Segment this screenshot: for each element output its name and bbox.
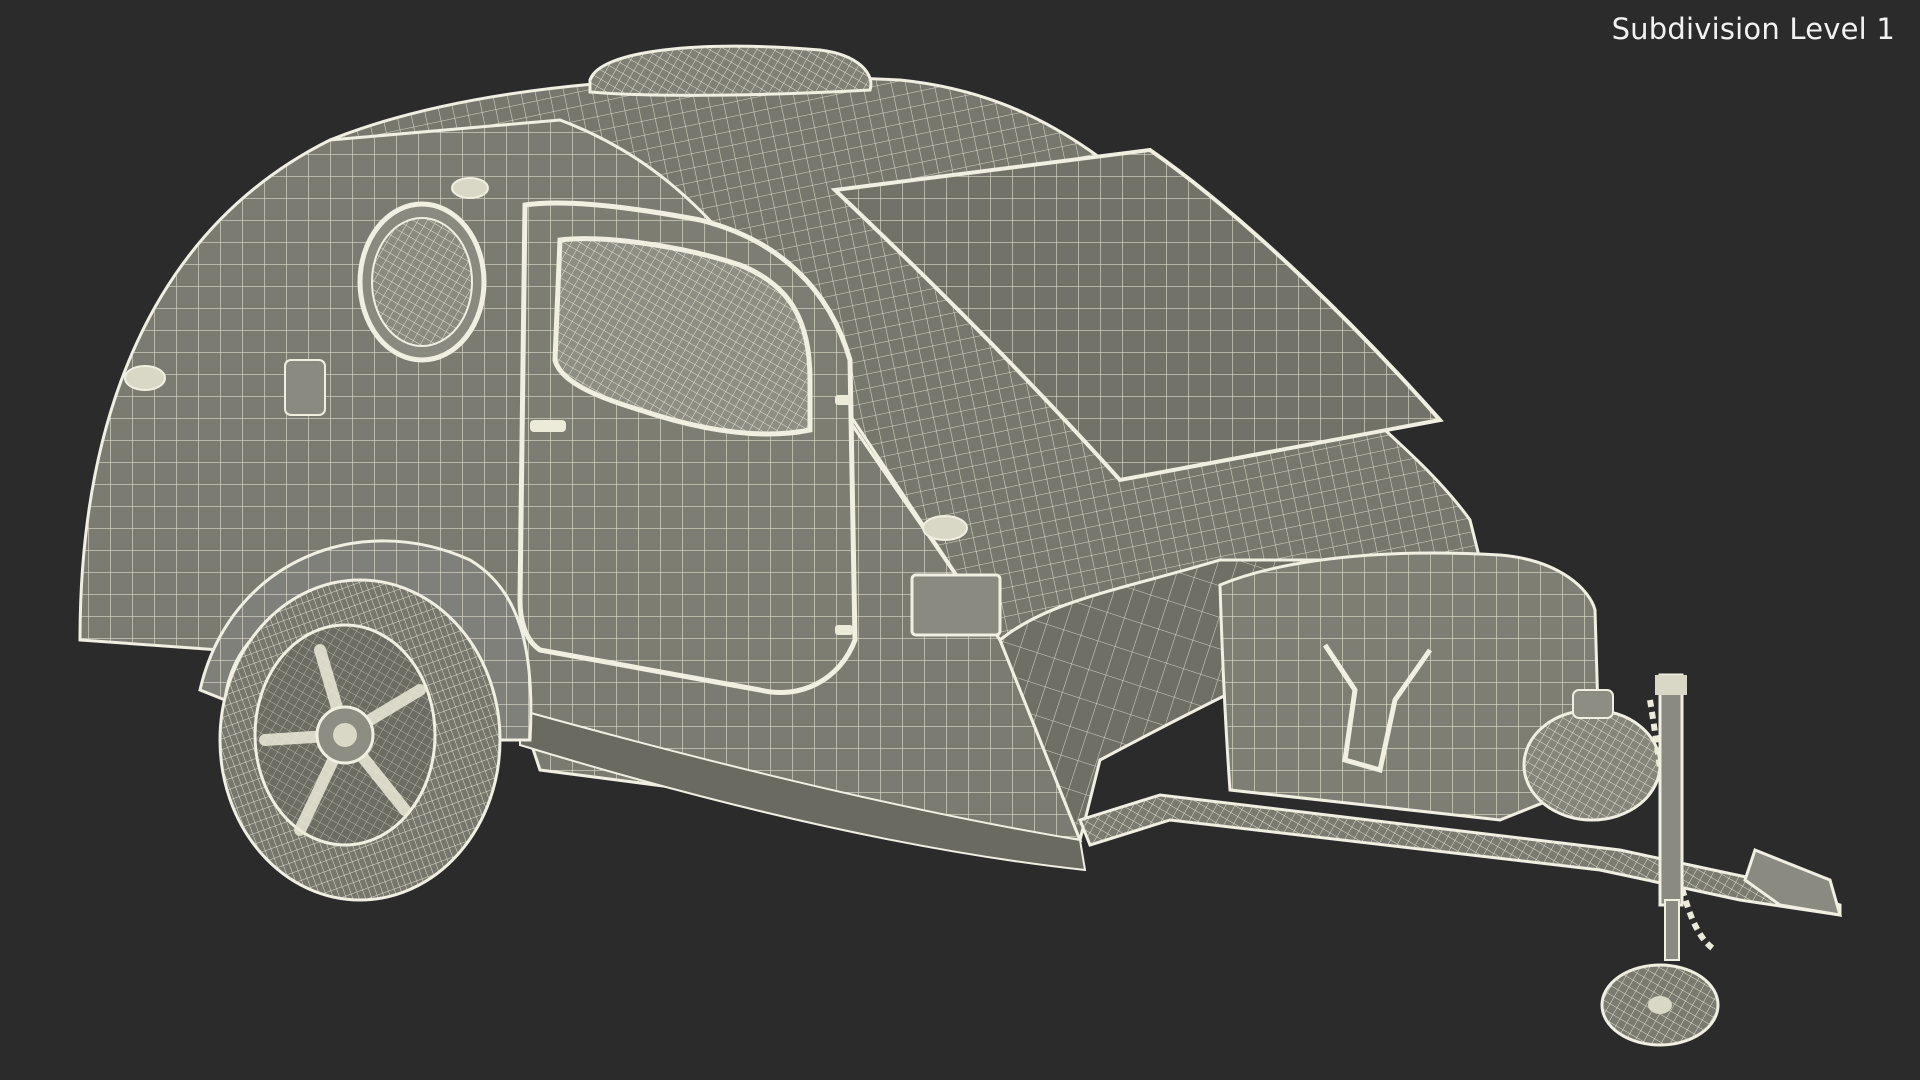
side-door [517,200,858,696]
trailer-wheel [218,578,502,902]
porthole-window [357,201,487,363]
subdivision-level-label: Subdivision Level 1 [1611,12,1895,46]
roof-vent [588,44,873,97]
teardrop-trailer-wireframe [78,44,1843,1047]
3d-viewport[interactable]: Subdivision Level 1 [0,0,1920,1080]
